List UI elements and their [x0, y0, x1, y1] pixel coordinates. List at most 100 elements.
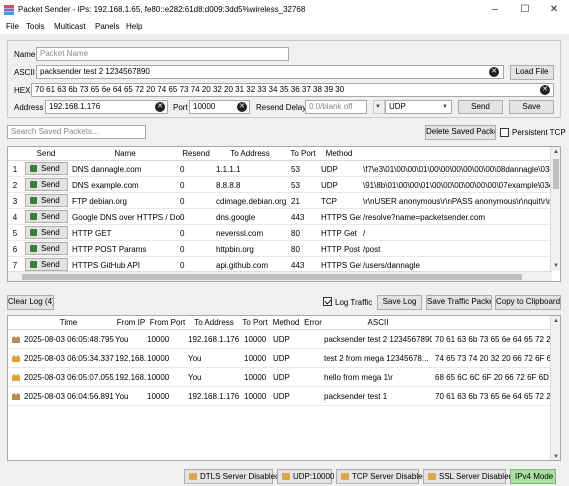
save-log-button[interactable]: Save Log: [377, 295, 422, 310]
tcp-server-status[interactable]: TCP Server Disabled: [336, 469, 427, 484]
log-row[interactable]: 2025-08-03 06:05:34.337192.168.1...10000…: [8, 349, 553, 368]
row-method: TCP: [321, 197, 337, 206]
row-send-button[interactable]: Send: [25, 162, 68, 175]
sent-packet-icon: [12, 393, 20, 400]
col-error[interactable]: Error: [302, 318, 324, 327]
col-method[interactable]: Method: [318, 149, 360, 158]
scroll-up-icon[interactable]: ▲: [551, 316, 560, 326]
hex-label: HEX: [14, 86, 31, 95]
hex-input[interactable]: 70 61 63 6b 73 65 6e 64 65 72 20 74 65 7…: [31, 83, 554, 97]
col-send[interactable]: Send: [22, 149, 70, 158]
ssl-status-label: SSL Server Disabled: [439, 472, 513, 481]
table-row[interactable]: 6 Send HTTP POST Params 0 httpbin.org 80 HTTP …: [8, 241, 552, 257]
col-ascii[interactable]: ASCII: [324, 318, 432, 327]
maximize-button[interactable]: ☐: [510, 0, 540, 20]
col-method[interactable]: Method: [270, 318, 302, 327]
row-resend: 0: [180, 245, 185, 254]
log-to-port: 10000: [244, 392, 267, 401]
app-icon: [4, 5, 14, 15]
table-row[interactable]: 5 Send HTTP GET 0 neverssl.com 80 HTTP Get /: [8, 225, 552, 241]
scroll-up-icon[interactable]: ▲: [551, 147, 560, 157]
row-send-label: Send: [41, 260, 60, 269]
row-data: /resolve?name=packetsender.com: [363, 213, 486, 222]
address-input[interactable]: 192.168.1.176: [45, 100, 168, 114]
menu-bar: File Tools Multicast Panels Help: [0, 20, 569, 34]
clear-hex-icon[interactable]: ✕: [540, 85, 550, 95]
row-send-label: Send: [41, 244, 60, 253]
minimize-button[interactable]: –: [480, 0, 510, 20]
save-traffic-packet-button[interactable]: Save Traffic Packet: [426, 295, 492, 310]
udp-server-status[interactable]: UDP:10000: [277, 469, 334, 484]
row-send-button[interactable]: Send: [25, 242, 68, 255]
clear-address-icon[interactable]: ✕: [155, 102, 165, 112]
menu-tools[interactable]: Tools: [26, 22, 45, 31]
row-data: /post: [363, 245, 381, 254]
saved-horizontal-scrollbar[interactable]: [8, 271, 552, 281]
log-traffic-checkbox[interactable]: [323, 297, 332, 306]
col-from-port[interactable]: From Port: [147, 318, 188, 327]
menu-panels[interactable]: Panels: [95, 22, 119, 31]
menu-help[interactable]: Help: [126, 22, 142, 31]
server-icon: [428, 473, 436, 480]
row-send-button[interactable]: Send: [25, 258, 68, 271]
log-to-port: 10000: [244, 373, 267, 382]
col-to-port[interactable]: To Port: [288, 149, 318, 158]
log-ascii: packsender test 2 1234567890: [324, 335, 432, 344]
table-row[interactable]: 1 Send DNS dannagle.com 0 1.1.1.1 53 UDP \f7\e3…: [8, 161, 553, 177]
log-to-port: 10000: [244, 335, 267, 344]
col-to-port[interactable]: To Port: [240, 318, 270, 327]
resend-delay-input[interactable]: 0.0/blank off: [305, 100, 367, 114]
save-button[interactable]: Save: [509, 100, 554, 114]
dtls-server-status[interactable]: DTLS Server Disabled: [184, 469, 280, 484]
col-to-address[interactable]: To Address: [212, 149, 288, 158]
ssl-server-status[interactable]: SSL Server Disabled: [423, 469, 513, 484]
log-from-ip: 192.168.1...: [115, 354, 147, 363]
scroll-thumb[interactable]: [22, 274, 522, 280]
menu-multicast[interactable]: Multicast: [54, 22, 86, 31]
clear-ascii-icon[interactable]: ✕: [489, 67, 499, 77]
log-row[interactable]: 2025-08-03 06:04:56.891 You 10000 192.168.1…: [8, 387, 553, 406]
title-bar: Packet Sender - IPs: 192.168.1.65, fe80:…: [0, 0, 569, 20]
row-method: HTTPS Get: [321, 213, 361, 222]
log-row[interactable]: 2025-08-03 06:05:48.795 You 10000 192.168.1…: [8, 330, 553, 349]
log-row[interactable]: 2025-08-03 06:05:07.055192.168.1...10000…: [8, 368, 553, 387]
resend-unit-combo: ▼: [373, 100, 385, 114]
table-row[interactable]: 2 Send DNS example.com 0 8.8.8.8 53 UDP \91\8b\…: [8, 177, 553, 193]
scroll-down-icon[interactable]: ▼: [551, 261, 560, 271]
col-from-ip[interactable]: From IP: [115, 318, 147, 327]
row-send-button[interactable]: Send: [25, 210, 68, 223]
table-row[interactable]: 4 Send Google DNS over HTTPS / DoH 0 dns.goo…: [8, 209, 552, 225]
row-send-button[interactable]: Send: [25, 194, 68, 207]
packet-name-input[interactable]: Packet Name: [36, 47, 289, 61]
send-button[interactable]: Send: [458, 100, 503, 114]
copy-to-clipboard-button[interactable]: Copy to Clipboard: [495, 295, 561, 310]
col-to-address[interactable]: To Address: [188, 318, 240, 327]
load-file-button[interactable]: Load File: [510, 65, 554, 80]
row-resend: 0: [180, 261, 185, 270]
send-icon: [30, 213, 37, 220]
close-button[interactable]: ✕: [539, 0, 569, 20]
search-saved-packets-input[interactable]: Search Saved Packets...: [7, 125, 146, 139]
ipv4-mode-status[interactable]: IPv4 Mode: [510, 469, 556, 484]
row-send-button[interactable]: Send: [25, 226, 68, 239]
saved-vertical-scrollbar[interactable]: ▲ ▼: [550, 147, 560, 271]
scroll-down-icon[interactable]: ▼: [551, 452, 560, 460]
ascii-input[interactable]: packsender test 2 1234567890: [36, 65, 504, 79]
row-send-button[interactable]: Send: [25, 178, 68, 191]
persistent-tcp-checkbox[interactable]: [500, 128, 509, 137]
scroll-thumb[interactable]: [553, 159, 559, 189]
row-to-port: 80: [291, 229, 300, 238]
log-vertical-scrollbar[interactable]: ▲ ▼: [550, 316, 560, 460]
clear-log-button[interactable]: Clear Log (4): [7, 295, 54, 310]
row-data: \91\8b\01\00\00\01\00\00\00\00\00\00\07e…: [363, 181, 553, 190]
delete-saved-packet-button[interactable]: Delete Saved Packet: [425, 125, 496, 140]
col-name[interactable]: Name: [70, 149, 180, 158]
table-row[interactable]: 3 Send FTP debian.org 0 cdimage.debian.org 21…: [8, 193, 552, 209]
row-to-port: 21: [291, 197, 300, 206]
menu-file[interactable]: File: [6, 22, 19, 31]
col-resend[interactable]: Resend: [180, 149, 212, 158]
col-time[interactable]: Time: [22, 318, 115, 327]
protocol-select[interactable]: UDP ▼: [385, 100, 452, 114]
row-number: 6: [12, 245, 18, 254]
clear-port-icon[interactable]: ✕: [237, 102, 247, 112]
